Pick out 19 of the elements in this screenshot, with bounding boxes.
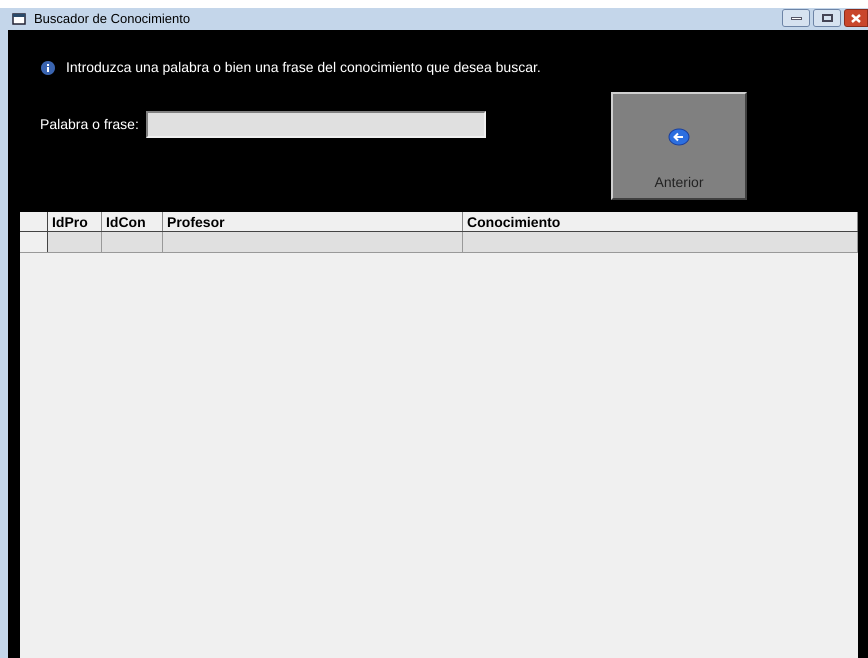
table-cell[interactable] xyxy=(48,232,102,252)
table-cell[interactable] xyxy=(163,232,463,252)
column-header: IdCon xyxy=(106,214,146,230)
window-title: Buscador de Conocimiento xyxy=(34,10,190,28)
info-message: Introduzca una palabra o bien una frase del conocimiento que desea buscar. xyxy=(66,58,541,77)
search-label: Palabra o frase: xyxy=(40,115,139,134)
column-header: Conocimiento xyxy=(467,214,560,230)
window-icon xyxy=(12,13,28,25)
column-header: Profesor xyxy=(167,214,225,230)
back-button[interactable]: Anterior xyxy=(611,92,747,200)
info-icon xyxy=(40,60,56,76)
search-field[interactable] xyxy=(146,111,486,138)
table-cell[interactable] xyxy=(102,232,163,252)
maximize-button[interactable] xyxy=(813,9,841,27)
close-button[interactable] xyxy=(844,9,868,27)
close-icon xyxy=(851,14,861,22)
column-header: IdPro xyxy=(52,214,88,230)
table-cell[interactable] xyxy=(463,232,858,252)
minimize-button[interactable] xyxy=(782,9,810,27)
